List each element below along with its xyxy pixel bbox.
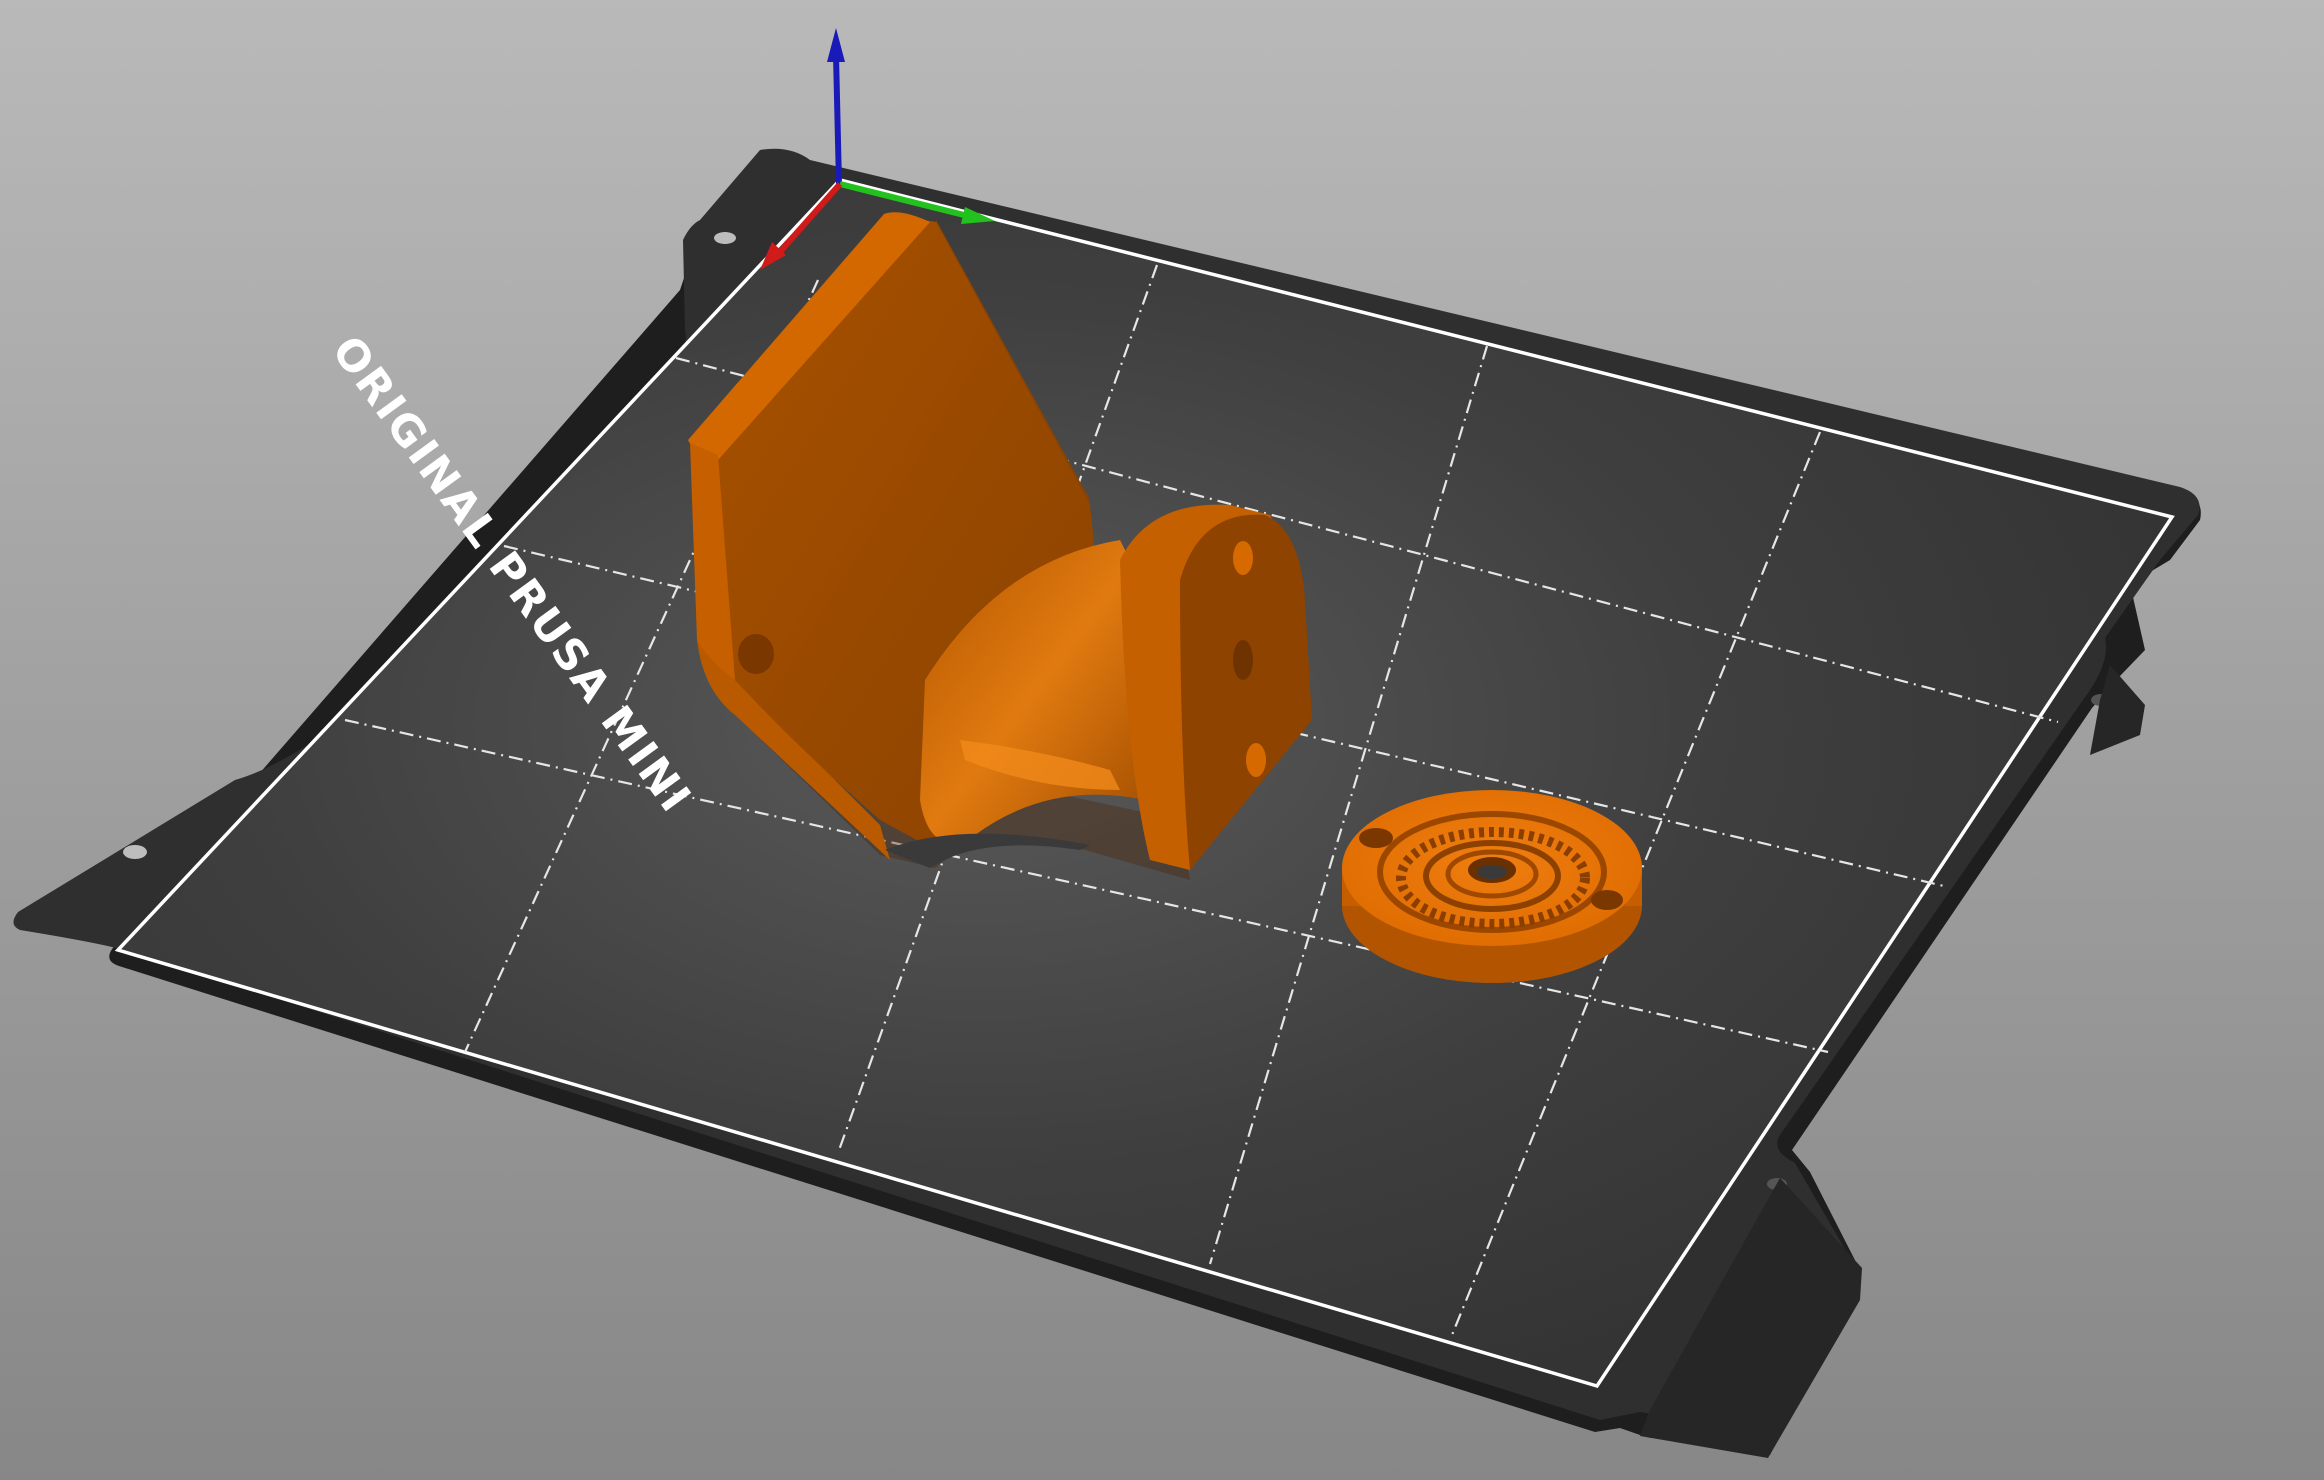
disc-mount-hole — [1359, 828, 1393, 848]
bracket-hole — [1233, 541, 1253, 575]
3d-viewport[interactable]: ORIGINAL PRUSA MINI — [0, 0, 2324, 1480]
bed-screw-hole — [714, 232, 736, 244]
disc-mount-hole — [1591, 890, 1623, 910]
z-axis — [833, 54, 842, 185]
bracket-hole — [1246, 743, 1266, 777]
3d-scene[interactable]: ORIGINAL PRUSA MINI — [0, 0, 2324, 1480]
bed-screw-hole — [123, 845, 147, 859]
model-gear-disc[interactable] — [1342, 790, 1642, 983]
bracket-hole — [1233, 640, 1253, 680]
bracket-hole — [738, 634, 774, 674]
disc-center-hole-inner — [1477, 865, 1507, 879]
